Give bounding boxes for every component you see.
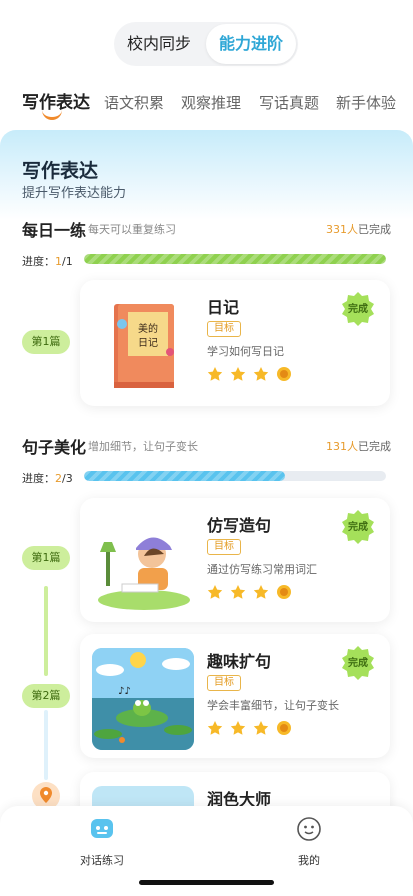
goal-tag: 目标 (207, 675, 241, 691)
lesson-description: 学习如何写日记 (207, 345, 284, 358)
section-daily-subtitle: 每天可以重复练习 (88, 223, 176, 236)
lesson-card-diary[interactable]: 美的 日记 日记 目标 学习如何写日记 完成 (80, 280, 390, 406)
lesson-card-expansion[interactable]: ♪♪ 趣味扩句 目标 学会丰富细节，让句子变长 完成 (80, 634, 390, 758)
page-title: 写作表达 (22, 160, 99, 182)
lesson-description: 学会丰富细节，让句子变长 (207, 699, 339, 712)
lesson-index-pill: 第1篇 (22, 330, 70, 354)
tab-language-accumulation[interactable]: 语文积累 (104, 92, 164, 113)
nav-label: 我的 (298, 854, 320, 867)
progress-prefix: 进度： (22, 255, 55, 268)
star-icon (253, 367, 269, 381)
rating-stars (207, 366, 294, 384)
rating-stars (207, 720, 294, 738)
completed-suffix: 已完成 (358, 440, 391, 453)
section-sentence-count: 131人已完成 (326, 438, 391, 454)
page-subtitle: 提升写作表达能力 (22, 186, 127, 201)
star-icon (253, 721, 269, 735)
diary-book-illustration: 美的 日记 (92, 294, 194, 396)
locked-location-icon (32, 782, 60, 808)
timeline-line (44, 586, 48, 676)
star-icon (207, 721, 223, 735)
active-tab-indicator (42, 110, 62, 120)
lesson-card-imitation[interactable]: 仿写造句 目标 通过仿写练习常用词汇 完成 (80, 498, 390, 622)
star-icon (253, 585, 269, 599)
progress-label: 进度：2/3 (22, 470, 73, 486)
completed-suffix: 已完成 (358, 223, 391, 236)
completed-count: 331人 (326, 223, 358, 236)
nav-item-profile[interactable]: 我的 (269, 816, 349, 868)
goal-tag: 目标 (207, 321, 241, 337)
section-sentence-subtitle: 增加细节，让句子变长 (88, 440, 198, 453)
completed-badge-label: 完成 (348, 658, 368, 669)
completed-count: 131人 (326, 440, 358, 453)
timeline-line (44, 710, 48, 780)
star-icon (207, 585, 223, 599)
lesson-index-pill: 第2篇 (22, 684, 70, 708)
progress-current: 1 (55, 255, 62, 268)
lesson-index-pill: 第1篇 (22, 546, 70, 570)
medal-icon (277, 585, 292, 599)
section-daily-title: 每日一练 (22, 221, 87, 240)
progress-bar-daily (84, 254, 386, 264)
progress-prefix: 进度： (22, 472, 55, 485)
mode-switch: 校内同步 能力进阶 (114, 22, 298, 66)
progress-fill (84, 254, 386, 264)
progress-label: 进度：1/1 (22, 253, 73, 269)
boy-writing-illustration (92, 512, 194, 614)
progress-fill (84, 471, 286, 481)
category-tabs: 写作表达 语文积累 观察推理 写话真题 新手体验 (0, 88, 413, 128)
lesson-title: 趣味扩句 (207, 652, 272, 671)
lesson-description: 通过仿写练习常用词汇 (207, 563, 317, 576)
progress-total: /3 (62, 472, 73, 485)
mode-option-ability-advance[interactable]: 能力进阶 (206, 24, 296, 64)
completed-badge-label: 完成 (348, 304, 368, 315)
rating-stars (207, 584, 294, 602)
profile-icon (297, 817, 321, 841)
progress-total: /1 (62, 255, 73, 268)
chat-practice-icon (91, 819, 113, 838)
star-icon (230, 585, 246, 599)
progress-bar-sentence (84, 471, 386, 481)
goal-tag: 目标 (207, 539, 241, 555)
svg-text:美的: 美的 (138, 322, 158, 335)
lesson-title: 日记 (207, 298, 240, 317)
section-daily-count: 331人已完成 (326, 221, 391, 237)
star-icon (230, 367, 246, 381)
svg-text:日记: 日记 (138, 337, 158, 349)
tab-observation-reasoning[interactable]: 观察推理 (181, 92, 241, 113)
home-indicator (139, 880, 274, 885)
nav-item-chat-practice[interactable]: 对话练习 (62, 816, 142, 868)
star-icon (207, 367, 223, 381)
medal-icon (277, 367, 292, 381)
tab-writing-exam[interactable]: 写话真题 (259, 92, 319, 113)
nav-label: 对话练习 (80, 854, 124, 867)
completed-badge-label: 完成 (348, 522, 368, 533)
lesson-title: 仿写造句 (207, 516, 272, 535)
progress-current: 2 (55, 472, 62, 485)
tab-beginner-experience[interactable]: 新手体验 (336, 92, 396, 113)
svg-text:♪♪: ♪♪ (118, 686, 131, 697)
section-header: 写作表达 提升写作表达能力 (0, 130, 413, 220)
mode-option-school-sync[interactable]: 校内同步 (114, 22, 204, 66)
section-sentence-title: 句子美化 (22, 438, 87, 457)
frog-pond-illustration: ♪♪ (92, 648, 194, 750)
star-icon (230, 721, 246, 735)
medal-icon (277, 721, 292, 735)
